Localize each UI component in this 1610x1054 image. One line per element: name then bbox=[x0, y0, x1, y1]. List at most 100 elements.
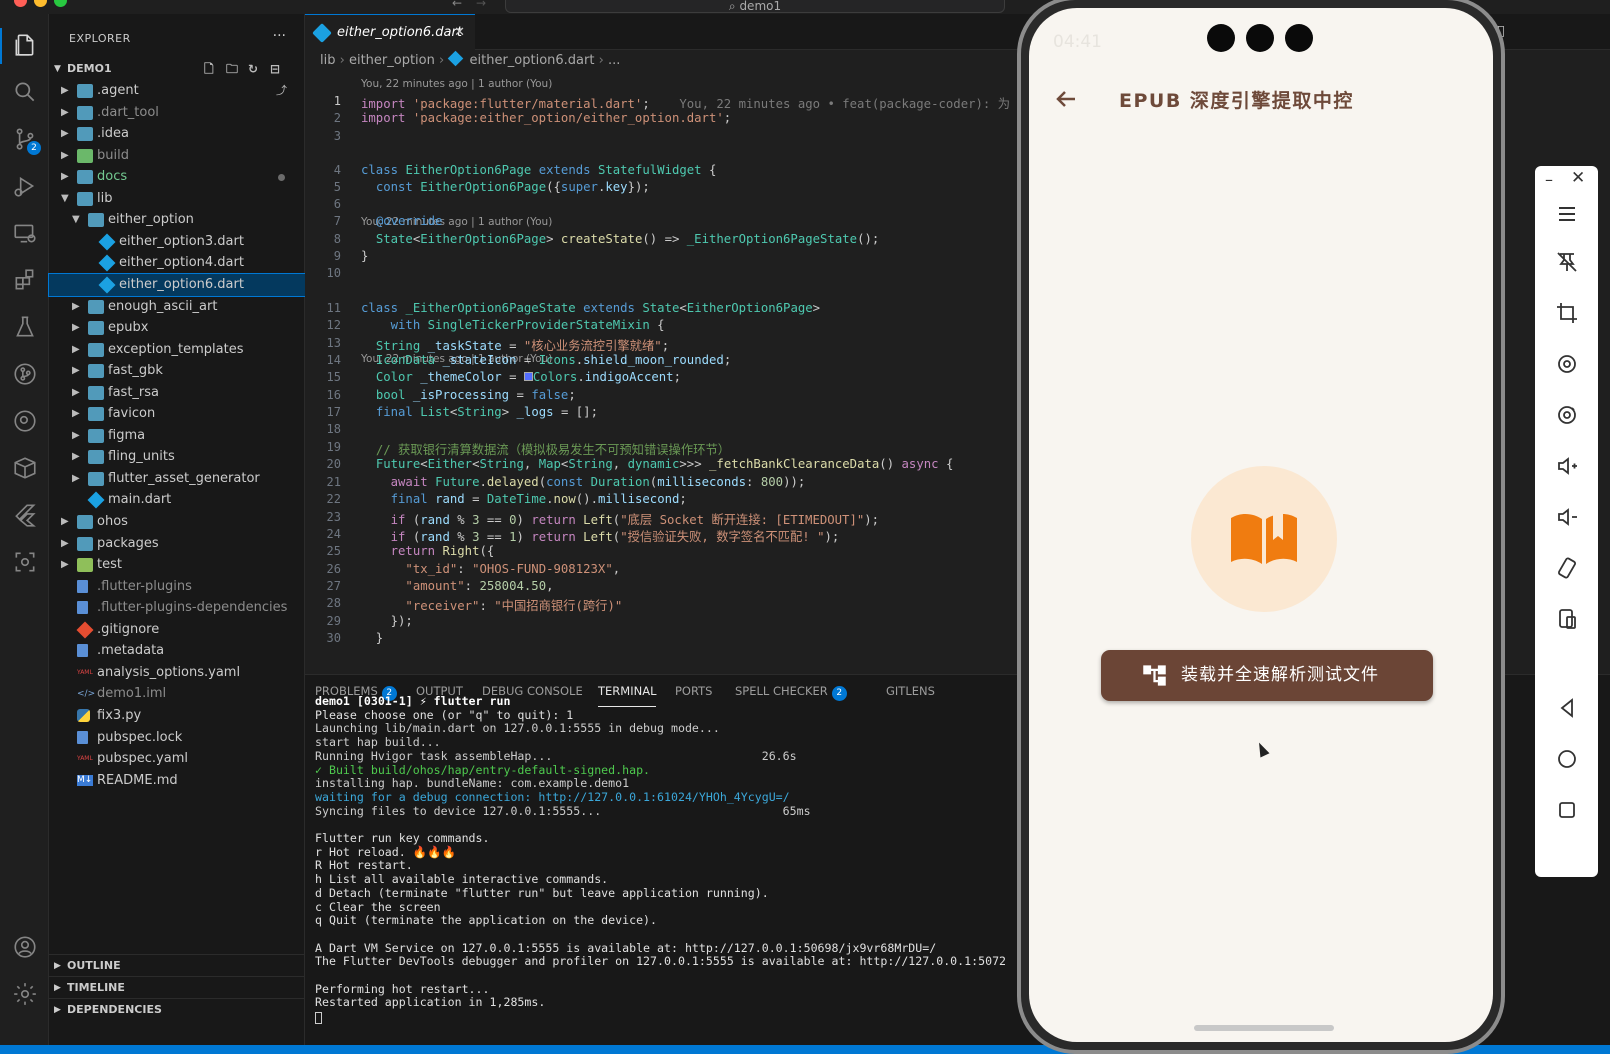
pin-off-icon[interactable] bbox=[1535, 250, 1598, 280]
tree-item-test[interactable]: ▶ test bbox=[49, 554, 305, 576]
rotate-device-icon[interactable] bbox=[1535, 556, 1598, 586]
git-graph-icon[interactable] bbox=[12, 361, 38, 387]
breadcrumb-lib[interactable]: lib bbox=[320, 53, 335, 68]
tree-item-fast-gbk[interactable]: ▶ fast_gbk bbox=[49, 360, 305, 382]
tree-item-either-option6-dart[interactable]: either_option6.dart bbox=[48, 272, 306, 297]
outline-label: OUTLINE bbox=[67, 959, 121, 972]
tree-item-metadata[interactable]: .metadata bbox=[49, 640, 305, 662]
devices-icon[interactable] bbox=[1535, 607, 1598, 637]
refresh-icon[interactable]: ↻ bbox=[248, 58, 258, 80]
new-folder-icon[interactable]: 🗀 bbox=[226, 58, 238, 80]
explorer-more-icon[interactable]: ··· bbox=[273, 28, 286, 44]
tree-item-either-option4-dart[interactable]: either_option4.dart bbox=[49, 252, 305, 274]
nav-recents-icon[interactable] bbox=[1535, 798, 1598, 828]
nav-back-icon[interactable] bbox=[1535, 696, 1598, 726]
back-arrow-icon[interactable] bbox=[1051, 84, 1081, 114]
files-icon[interactable] bbox=[12, 32, 38, 58]
tree-item-pubspec-yaml[interactable]: YAML pubspec.yaml bbox=[49, 748, 305, 770]
code-line: await Future.delayed(const Duration(mill… bbox=[390, 475, 806, 489]
codelens-authors[interactable]: You, 22 minutes ago | 1 author (You) bbox=[361, 78, 552, 90]
extensions-icon[interactable] bbox=[12, 267, 38, 293]
tree-item-label: either_option bbox=[108, 212, 194, 228]
zoom-window-button[interactable] bbox=[54, 0, 67, 7]
scan-icon[interactable] bbox=[12, 549, 38, 575]
tree-item-fix3-py[interactable]: fix3.py bbox=[49, 705, 305, 727]
tree-item-dart-tool[interactable]: ▶ .dart_tool bbox=[49, 102, 305, 124]
gitlens-icon[interactable] bbox=[12, 408, 38, 434]
tree-item-either-option3-dart[interactable]: either_option3.dart bbox=[49, 231, 305, 253]
source-control-icon[interactable]: 2 bbox=[12, 126, 41, 155]
settings-gear-icon[interactable] bbox=[12, 981, 38, 1007]
dart-file-icon bbox=[448, 50, 464, 67]
tree-item-flutter-plugins-dependencies[interactable]: .flutter-plugins-dependencies bbox=[49, 597, 305, 619]
breadcrumb-folder[interactable]: either_option bbox=[349, 53, 435, 68]
minimize-window-button[interactable] bbox=[34, 0, 47, 7]
tree-item-build[interactable]: ▶ build bbox=[49, 145, 305, 167]
search-icon[interactable] bbox=[12, 79, 38, 105]
tree-item-docs[interactable]: ▶ docs bbox=[49, 166, 305, 188]
tree-item-agent[interactable]: ▶ .agent ⤴ bbox=[49, 80, 305, 102]
tree-item-fast-rsa[interactable]: ▶ fast_rsa bbox=[49, 382, 305, 404]
volume-down-icon[interactable] bbox=[1535, 505, 1598, 535]
tree-item-figma[interactable]: ▶ figma bbox=[49, 425, 305, 447]
nav-home-icon[interactable] bbox=[1535, 747, 1598, 777]
menu-icon[interactable] bbox=[1535, 202, 1598, 232]
tree-item-pubspec-lock[interactable]: pubspec.lock bbox=[49, 727, 305, 749]
testing-icon[interactable] bbox=[12, 314, 38, 340]
rotate-icon[interactable] bbox=[1535, 352, 1598, 382]
tree-item-flutter-asset-generator[interactable]: ▶ flutter_asset_generator bbox=[49, 468, 305, 490]
tree-item-main-dart[interactable]: main.dart bbox=[49, 489, 305, 511]
run-debug-icon[interactable] bbox=[12, 173, 38, 199]
tree-item-label: either_option3.dart bbox=[119, 233, 244, 249]
tree-item-analysis-options-yaml[interactable]: YAML analysis_options.yaml bbox=[49, 662, 305, 684]
remote-explorer-icon[interactable] bbox=[12, 220, 38, 246]
home-indicator[interactable] bbox=[1194, 1025, 1334, 1031]
collapse-all-icon[interactable]: ⊟ bbox=[270, 58, 280, 80]
close-icon[interactable]: ✕ bbox=[1571, 168, 1585, 188]
flutter-icon[interactable] bbox=[12, 502, 38, 528]
new-file-icon[interactable]: 🗋 bbox=[204, 58, 214, 80]
close-window-button[interactable] bbox=[14, 0, 27, 7]
tree-item-favicon[interactable]: ▶ favicon bbox=[49, 403, 305, 425]
breadcrumb-symbol[interactable]: ... bbox=[608, 53, 620, 68]
crop-icon[interactable] bbox=[1535, 301, 1598, 331]
nav-forward-icon[interactable]: → bbox=[476, 0, 486, 10]
breadcrumb-file[interactable]: either_option6.dart bbox=[470, 53, 595, 68]
close-tab-icon[interactable]: ✕ bbox=[454, 15, 465, 51]
tree-item-epubx[interactable]: ▶ epubx bbox=[49, 317, 305, 339]
minimize-icon[interactable]: – bbox=[1545, 170, 1553, 189]
tree-item-gitignore[interactable]: .gitignore bbox=[49, 619, 305, 641]
outline-section[interactable]: ▶ OUTLINE bbox=[49, 954, 305, 976]
tree-item-fling-units[interactable]: ▶ fling_units bbox=[49, 446, 305, 468]
dependencies-section[interactable]: ▶ DEPENDENCIES bbox=[49, 998, 305, 1020]
timeline-section[interactable]: ▶ TIMELINE bbox=[49, 976, 305, 998]
command-center-search[interactable]: ⌕ demo1 bbox=[505, 0, 1005, 13]
tree-item-flutter-plugins[interactable]: .flutter-plugins bbox=[49, 576, 305, 598]
tree-item-ohos[interactable]: ▶ ohos bbox=[49, 511, 305, 533]
tab-label: either_option6.dart bbox=[337, 25, 462, 40]
tree-item-label: .agent bbox=[97, 83, 139, 98]
nav-back-icon[interactable]: ← bbox=[452, 0, 462, 10]
chevron-right-icon: ▶ bbox=[61, 106, 69, 118]
tree-item-packages[interactable]: ▶ packages bbox=[49, 533, 305, 555]
tree-item-either-option[interactable]: ▼ either_option bbox=[49, 209, 305, 231]
tree-item-label: fast_rsa bbox=[108, 384, 159, 400]
load-parse-button[interactable]: 装载并全速解析测试文件 bbox=[1101, 650, 1433, 701]
code-editor[interactable]: 1 2 3 4 5 6 7 8 9 10 11 12 13 14 15 16 17 18 19 20 21 22 23 24 2… bbox=[305, 72, 1010, 672]
tree-item-enough-ascii-art[interactable]: ▶ enough_ascii_art bbox=[49, 296, 305, 318]
tree-item-readme-md[interactable]: M↓ README.md bbox=[49, 770, 305, 792]
tree-item-demo1-iml[interactable]: </> demo1.iml bbox=[49, 683, 305, 705]
tree-item-lib[interactable]: ▼ lib bbox=[49, 188, 305, 210]
folder-icon bbox=[77, 148, 93, 163]
volume-up-icon[interactable] bbox=[1535, 454, 1598, 484]
account-icon[interactable] bbox=[12, 934, 38, 960]
code-line: "receiver": "中国招商银行(跨行)" bbox=[405, 599, 623, 613]
tree-item-exception-templates[interactable]: ▶ exception_templates bbox=[49, 339, 305, 361]
folder-icon bbox=[77, 191, 93, 206]
container-icon[interactable] bbox=[12, 455, 38, 481]
workspace-root[interactable]: ▼ DEMO1 🗋 🗀 ↻ ⊟ bbox=[49, 58, 305, 80]
tree-item-idea[interactable]: ▶ .idea bbox=[49, 123, 305, 145]
screenshot-icon[interactable] bbox=[1535, 403, 1598, 433]
folder-icon bbox=[88, 471, 104, 486]
tab-either-option6[interactable]: either_option6.dart ✕ bbox=[305, 14, 475, 50]
